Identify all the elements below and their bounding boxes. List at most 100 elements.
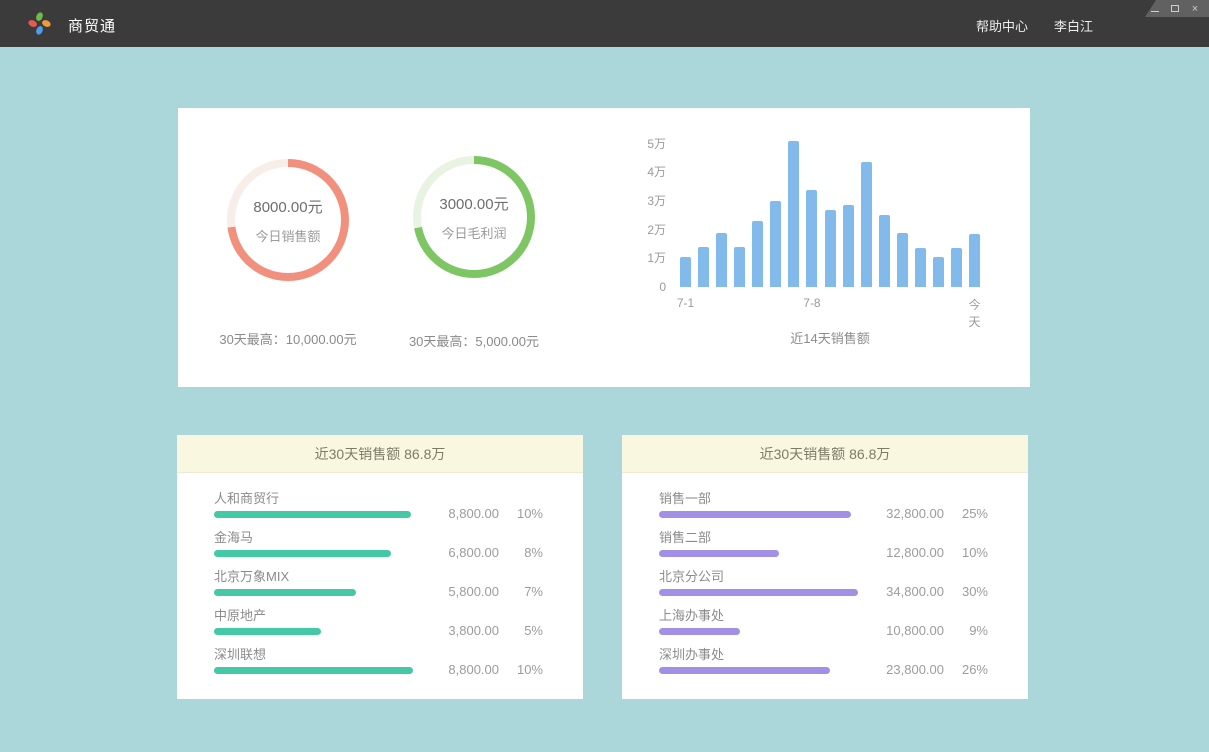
bar (680, 257, 691, 287)
ranking-bar (659, 589, 858, 596)
ranking-row-right: 8,800.00 10% (414, 506, 543, 530)
ranking-row-left: 金海马 (214, 530, 414, 569)
ranking-row: 北京分公司 34,800.00 30% (659, 569, 988, 608)
ranking-value: 23,800.00 (886, 662, 944, 677)
ring-center: 8000.00元 今日销售额 (235, 167, 341, 273)
department-ranking-list: 销售一部 32,800.00 25% 销售二部 12,800.00 10% (622, 473, 1028, 686)
x-axis-tick: 今天 (968, 296, 980, 330)
bar-chart-title: 近14天销售额 (680, 328, 980, 347)
y-axis-tick: 5万 (626, 138, 666, 150)
ranking-value: 12,800.00 (886, 545, 944, 560)
bar (951, 248, 962, 287)
ranking-row-right: 32,800.00 25% (859, 506, 988, 530)
bar (843, 205, 854, 287)
ranking-label: 北京万象MIX (214, 569, 414, 584)
ranking-value: 8,800.00 (448, 506, 499, 521)
ranking-label: 中原地产 (214, 608, 414, 623)
ranking-row-right: 6,800.00 8% (414, 545, 543, 569)
ranking-bar-track (214, 667, 414, 674)
x-axis-tick: 7-1 (677, 296, 694, 310)
ranking-value: 6,800.00 (448, 545, 499, 560)
ranking-row-left: 中原地产 (214, 608, 414, 647)
ring-center: 3000.00元 今日毛利润 (421, 164, 527, 270)
ranking-row-right: 10,800.00 9% (859, 623, 988, 647)
ranking-row: 深圳联想 8,800.00 10% (214, 647, 543, 686)
ranking-percent: 30% (954, 584, 988, 599)
ranking-row-right: 34,800.00 30% (859, 584, 988, 608)
maximize-icon[interactable] (1170, 4, 1180, 14)
bar (861, 162, 872, 287)
ranking-bar-track (214, 589, 414, 596)
bar (897, 233, 908, 287)
ranking-row-left: 深圳办事处 (659, 647, 859, 686)
ranking-bar (214, 550, 391, 557)
ranking-percent: 5% (509, 623, 543, 638)
username-link[interactable]: 李白江 (1054, 16, 1093, 35)
ranking-label: 金海马 (214, 530, 414, 545)
today-sales-caption: 今日销售额 (255, 226, 320, 245)
department-ranking-title: 近30天销售额 86.8万 (622, 435, 1028, 473)
ranking-row: 中原地产 3,800.00 5% (214, 608, 543, 647)
bar-series (680, 138, 980, 287)
ranking-row-left: 销售一部 (659, 491, 859, 530)
ranking-percent: 9% (954, 623, 988, 638)
ranking-row: 上海办事处 10,800.00 9% (659, 608, 988, 647)
sales-14day-bar-chart: 01万2万3万4万5万7-17-8今天 (680, 138, 980, 287)
close-icon[interactable]: × (1190, 4, 1200, 14)
today-profit-value: 3000.00元 (439, 193, 508, 214)
ranking-row: 北京万象MIX 5,800.00 7% (214, 569, 543, 608)
today-profit-caption: 今日毛利润 (441, 223, 506, 242)
ranking-bar (659, 550, 779, 557)
ranking-bar-track (659, 511, 859, 518)
bar (915, 248, 926, 287)
ranking-bar (659, 511, 851, 518)
ranking-bar (659, 628, 740, 635)
app-title: 商贸通 (68, 15, 116, 36)
ranking-bar-track (659, 667, 859, 674)
ranking-value: 5,800.00 (448, 584, 499, 599)
bar (734, 247, 745, 287)
overview-card: 8000.00元 今日销售额 3000.00元 今日毛利润 30天最高：10,0… (178, 108, 1030, 387)
ranking-label: 销售二部 (659, 530, 859, 545)
ranking-row: 销售二部 12,800.00 10% (659, 530, 988, 569)
ranking-label: 北京分公司 (659, 569, 859, 584)
ranking-bar-track (214, 628, 414, 635)
ranking-bar-track (214, 511, 414, 518)
customer-ranking-list: 人和商贸行 8,800.00 10% 金海马 6,800.00 8% (177, 473, 583, 686)
bar (879, 215, 890, 287)
bar (770, 201, 781, 287)
ranking-label: 上海办事处 (659, 608, 859, 623)
ranking-bar-track (659, 628, 859, 635)
y-axis-tick: 1万 (626, 252, 666, 264)
ranking-bar (214, 628, 321, 635)
today-profit-ring-gauge: 3000.00元 今日毛利润 (413, 156, 535, 278)
minimize-icon[interactable] (1150, 4, 1160, 14)
ranking-label: 深圳办事处 (659, 647, 859, 662)
app-logo-pinwheel-icon (26, 10, 53, 37)
ranking-value: 10,800.00 (886, 623, 944, 638)
bar (716, 233, 727, 287)
ranking-row: 金海马 6,800.00 8% (214, 530, 543, 569)
ranking-label: 销售一部 (659, 491, 859, 506)
ranking-row-right: 12,800.00 10% (859, 545, 988, 569)
ranking-bar-track (659, 550, 859, 557)
bar (752, 221, 763, 287)
bar (698, 247, 709, 287)
ranking-row: 销售一部 32,800.00 25% (659, 491, 988, 530)
ranking-row: 人和商贸行 8,800.00 10% (214, 491, 543, 530)
bar (806, 190, 817, 287)
ranking-row-right: 23,800.00 26% (859, 662, 988, 686)
ranking-row: 深圳办事处 23,800.00 26% (659, 647, 988, 686)
help-center-link[interactable]: 帮助中心 (976, 16, 1028, 35)
ranking-bar (214, 511, 411, 518)
ranking-row-right: 5,800.00 7% (414, 584, 543, 608)
bar (825, 210, 836, 287)
today-sales-ring-gauge: 8000.00元 今日销售额 (227, 159, 349, 281)
ranking-percent: 10% (509, 662, 543, 677)
window-controls: × (1145, 0, 1209, 17)
bar (969, 234, 980, 287)
titlebar: 商贸通 帮助中心 李白江 × (0, 0, 1209, 47)
ranking-row-right: 8,800.00 10% (414, 662, 543, 686)
y-axis-tick: 0 (626, 281, 666, 293)
ranking-value: 8,800.00 (448, 662, 499, 677)
